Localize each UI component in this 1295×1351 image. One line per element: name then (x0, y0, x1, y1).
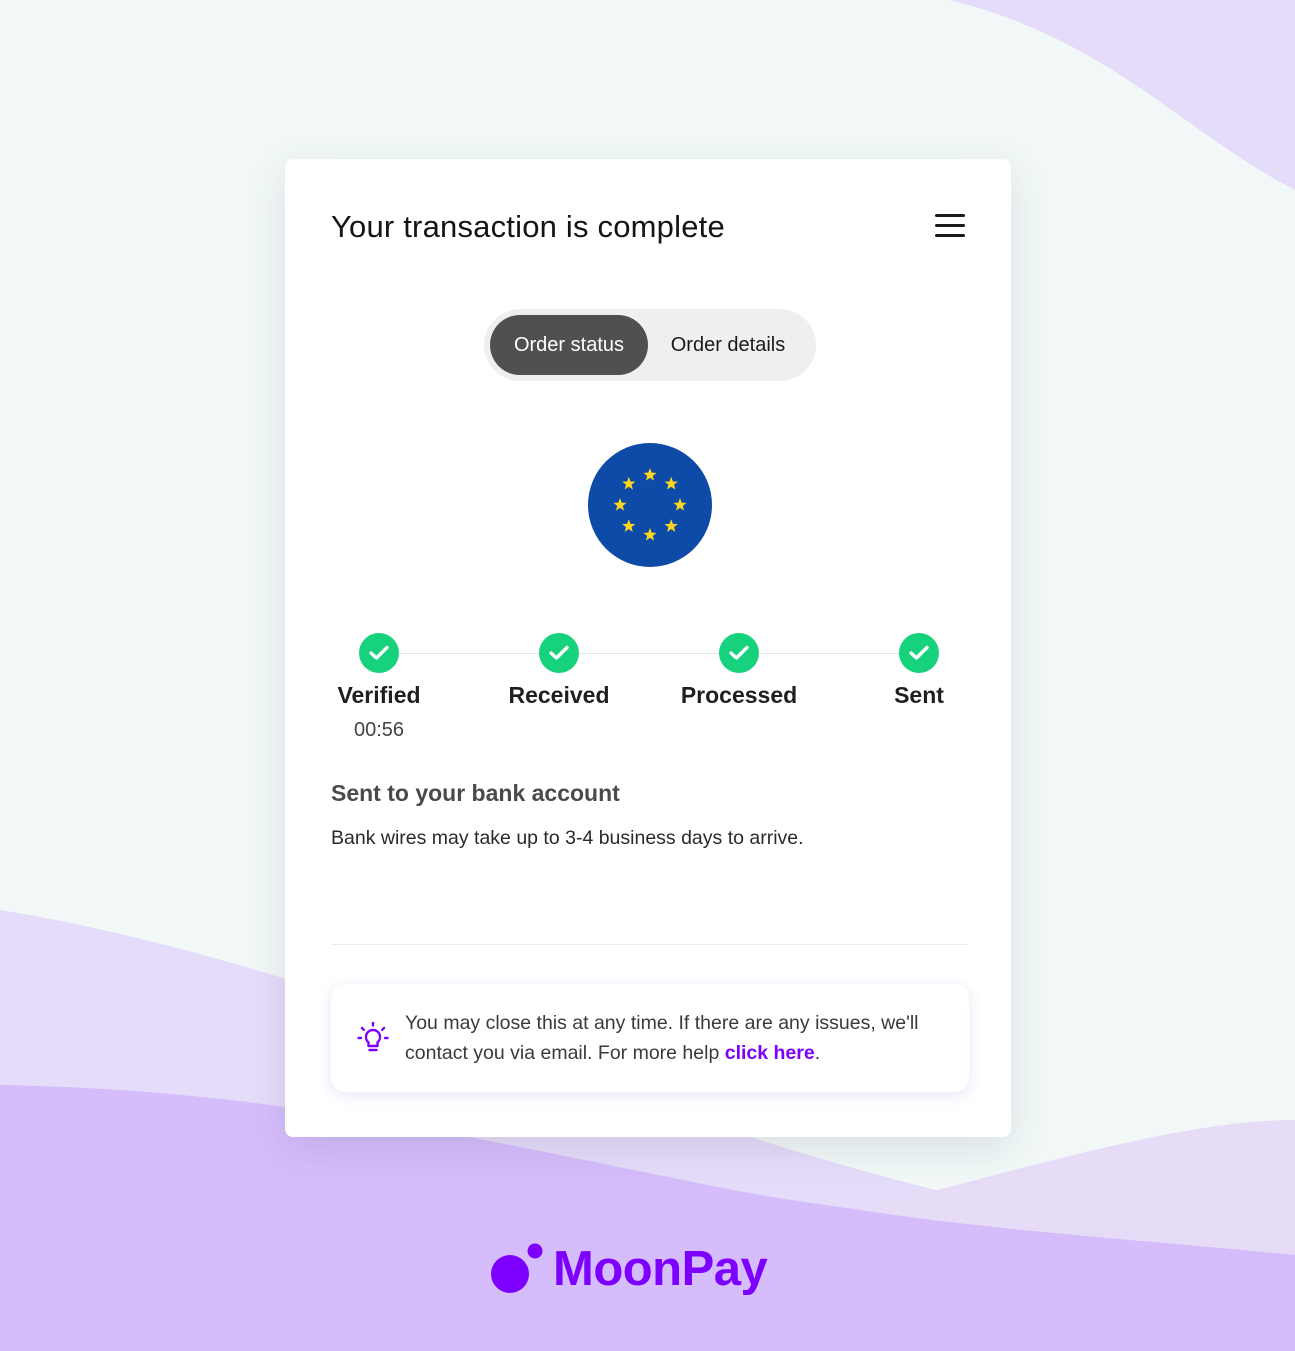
step-label: Sent (894, 682, 944, 708)
tab-switcher: Order status Order details (484, 309, 816, 381)
info-suffix: . (814, 1042, 821, 1064)
moonpay-logo: MoonPay (489, 1238, 768, 1300)
check-icon (539, 633, 579, 673)
step-received: Received (499, 633, 619, 709)
status-title: Sent to your bank account (331, 780, 620, 806)
moonpay-logo-icon (491, 1243, 543, 1293)
tab-order-details[interactable]: Order details (648, 315, 808, 375)
brand-name: MoonPay (553, 1242, 768, 1296)
help-link[interactable]: click here (725, 1042, 815, 1064)
page-title: Your transaction is complete (331, 209, 725, 244)
status-description: Bank wires may take up to 3-4 business d… (331, 827, 804, 849)
transaction-card: Your transaction is complete Order statu… (285, 159, 1011, 1137)
hamburger-menu-icon[interactable] (931, 211, 967, 241)
check-icon (899, 633, 939, 673)
info-message: You may close this at any time. If there… (405, 1012, 919, 1064)
tab-order-status[interactable]: Order status (490, 315, 648, 375)
step-processed: Processed (679, 633, 799, 709)
info-notice: You may close this at any time. If there… (331, 984, 969, 1092)
step-label: Received (508, 682, 610, 708)
progress-line (379, 653, 919, 654)
divider (331, 944, 969, 945)
step-time: 00:56 (353, 719, 405, 741)
check-icon (359, 633, 399, 673)
lightbulb-icon (357, 1021, 389, 1052)
step-label: Processed (680, 682, 798, 708)
check-icon (719, 633, 759, 673)
step-label: Verified (337, 682, 421, 708)
step-verified: Verified 00:56 (319, 633, 439, 742)
step-sent: Sent (859, 633, 979, 709)
eu-flag-icon (588, 443, 712, 567)
info-text: You may close this at any time. If there… (405, 1008, 945, 1068)
